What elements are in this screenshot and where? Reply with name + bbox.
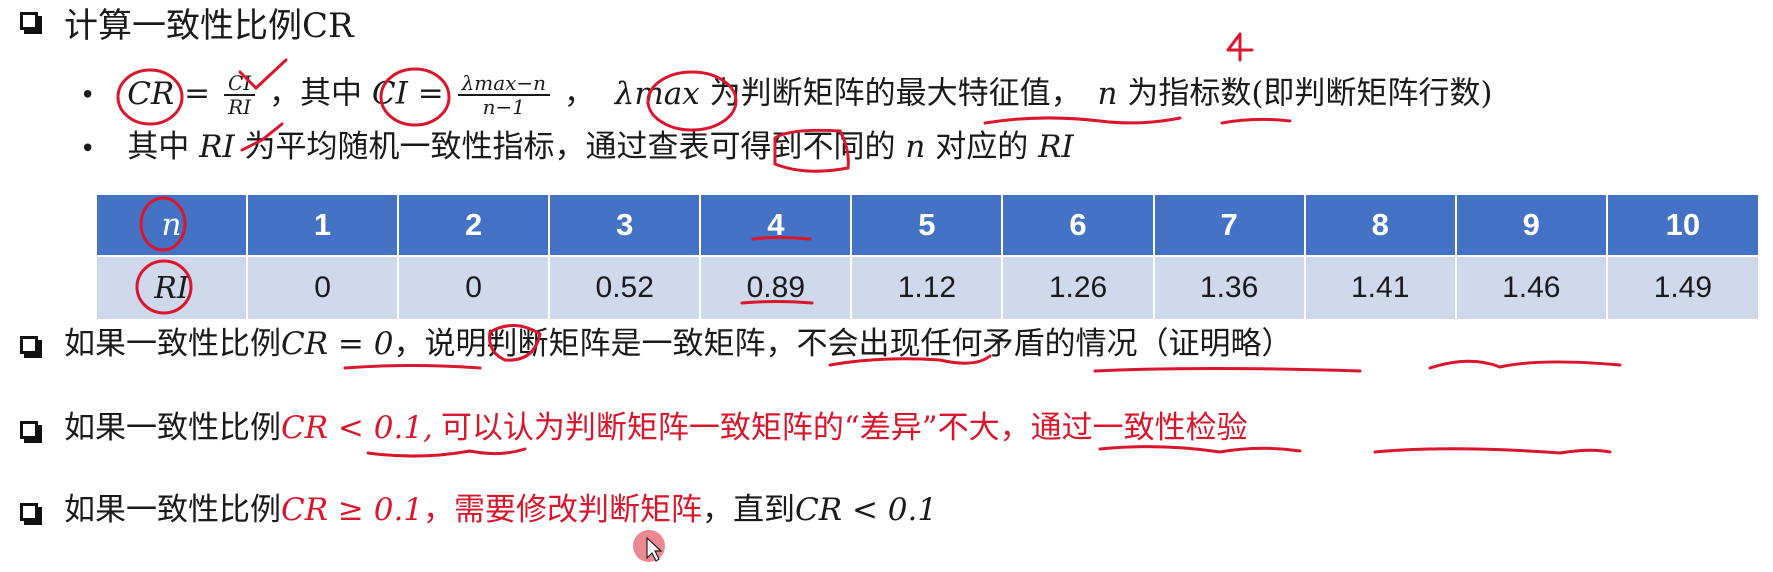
rule-math: CR ≥ 0.1 [281,492,424,528]
ri-denominator: RI [228,95,252,119]
equals-sign: = [184,75,211,112]
column-header: 7 [1153,195,1306,256]
ri-symbol-2: RI [1038,129,1074,165]
lambda-numerator: λmax−n [457,72,551,96]
table-cell: 1.46 [1455,255,1608,319]
rule-text: ，说明判断矩阵是一致矩阵，不会出现任何矛盾的情况（证明略） [393,326,1293,362]
text-ri-desc: 为平均随机一致性指标，通过查表可得到不同的 [244,129,896,165]
rule-checkbox-icon [20,503,38,521]
rule-cr-zero: 如果一致性比例CR = 0，说明判断矩阵是一致矩阵，不会出现任何矛盾的情况（证明… [64,324,1292,364]
table-cell: 1.49 [1606,255,1758,319]
table-cell: 0.52 [549,255,702,319]
column-header: 3 [549,195,702,256]
equals-sign-2: = [417,75,444,112]
comma: ， [563,75,595,112]
column-header: 1 [247,195,400,256]
rule-text: ，直到 [702,492,796,528]
rule-cr-greater: 如果一致性比例CR ≥ 0.1，需要修改判断矩阵，直到CR < 0.1 [64,490,937,530]
underline-cr-less [366,447,527,458]
table-cell: 1.12 [851,255,1004,319]
section-heading: 计算一致性比例CR [64,6,354,46]
column-header: 10 [1606,195,1758,256]
text-where-2: 其中 [127,129,190,165]
rule-prefix: 如果一致性比例 [64,326,281,362]
table-cell: 0 [398,255,551,319]
ci-fraction: λmax−n n−1 [457,72,551,119]
bullet-ri-line: • 其中 RI 为平均随机一致性指标，通过查表可得到不同的 n 对应的 RI [80,127,1074,169]
row-header-ri: RI [97,255,248,319]
rule-prefix: 如果一致性比例 [64,410,281,446]
underline-proof-omitted [1428,359,1622,370]
table-header-row: n 1 2 3 4 5 6 7 8 9 10 [97,195,1758,256]
table-cell: 1.41 [1304,255,1457,319]
rule-checkbox-icon [20,421,38,439]
column-header: 5 [851,195,1004,256]
rule-math: CR < 0.1, [281,410,433,446]
text-where: ，其中 [269,75,363,112]
table-row: RI 0 0 0.52 0.89 1.12 1.26 1.36 1.41 1.4… [97,255,1758,319]
n-symbol: n [1097,75,1118,112]
ri-symbol: RI [199,129,235,165]
rule-cr-less: 如果一致性比例CR < 0.1, 可以认为判断矩阵一致矩阵的“差异”不大，通过一致… [64,408,1248,448]
bullet-dot: • [80,134,96,164]
text-max-eigenvalue: 为判断矩阵的最大特征值， [709,75,1082,112]
rule-math-2: CR < 0.1 [795,492,938,528]
ri-table: n 1 2 3 4 5 6 7 8 9 10 RI 0 0 0.52 0.89 … [97,195,1758,319]
cr-symbol: CR [127,75,175,112]
bullet-dot: • [80,80,96,111]
n-symbol-2: n [905,129,926,165]
cr-fraction: CI RI [223,72,256,119]
column-header: 2 [398,195,551,256]
bullet-formula-line: • CR = CI RI ，其中 CI = λmax−n n−1 ， λmax … [80,72,1493,118]
rule-text-red: ，需要修改判断矩阵 [423,492,703,528]
lambda-max-symbol: λmax [614,75,700,112]
column-header: 4 [700,195,853,256]
underline-cr-zero [343,364,482,370]
table-cell: 0.89 [700,255,853,319]
n-denominator: n−1 [482,95,525,119]
heading-checkbox-icon [20,12,38,30]
handwritten-four [1226,32,1254,62]
rule-checkbox-icon [20,336,38,354]
column-header: 8 [1304,195,1457,256]
table-cell: 0 [247,255,400,319]
table-cell: 1.36 [1153,255,1306,319]
text-corresponding: 对应的 [935,129,1029,165]
column-header: 9 [1455,195,1608,256]
rule-prefix: 如果一致性比例 [64,492,281,528]
underline-max-eigenvalue [983,116,1182,125]
row-header-n: n [97,195,248,256]
rule-math: CR = 0 [281,326,394,362]
table-cell: 1.26 [1002,255,1155,319]
rule-text: 可以认为判断矩阵一致矩阵的“差异”不大，通过一致性检验 [440,410,1248,446]
text-indicator-count: 为指标数(即判断矩阵行数) [1127,75,1493,112]
column-header: 6 [1002,195,1155,256]
mouse-cursor-icon [633,530,665,562]
ci-numerator: CI [223,72,256,96]
ci-symbol: CI [371,75,408,112]
underline-contradiction [1093,367,1362,373]
underline-pass-check [1373,447,1612,455]
underline-n [1220,117,1292,125]
